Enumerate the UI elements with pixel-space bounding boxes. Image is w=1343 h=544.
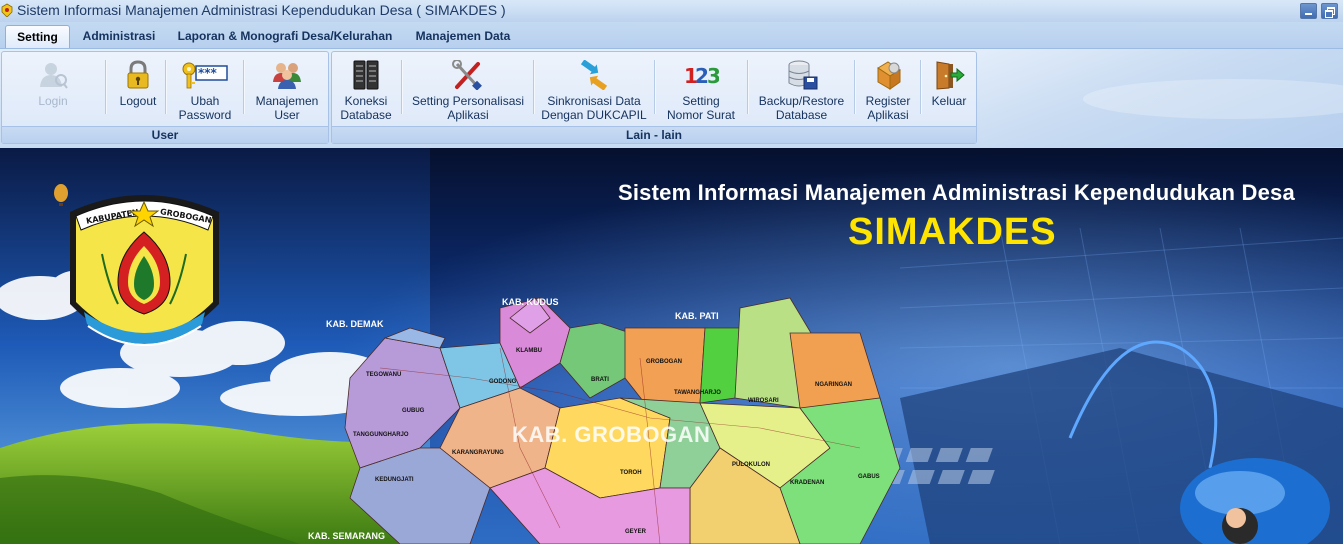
letter-number-settings-label-2: Nomor Surat [666,108,736,122]
district-label: BRATI [591,377,609,383]
database-connection-button[interactable]: Koneksi Database [336,58,396,122]
login-button[interactable]: Login [22,58,84,116]
letter-number-settings-label-1: Setting [682,94,720,108]
users-group-icon [273,63,301,89]
title-bar: Sistem Informasi Manajemen Administrasi … [0,0,1343,22]
window-title: Sistem Informasi Manajemen Administrasi … [17,2,506,18]
numbers-123-icon: 1 2 3 [684,64,719,88]
district-label: PULOKULON [732,462,770,468]
change-password-label-2: Password [178,108,232,122]
separator [401,60,403,114]
district-label: TANGGUNGHARJO [353,432,409,438]
district-label: KARANGRAYUNG [452,450,504,456]
district-label: TEGOWANU [366,372,402,378]
padlock-icon [127,60,149,89]
app-icon [1,3,13,17]
separator [165,60,167,114]
sync-arrows-icon [580,60,608,90]
separator [105,60,107,114]
separator [854,60,856,114]
tab-setting[interactable]: Setting [5,25,70,48]
banner-title: Sistem Informasi Manajemen Administrasi … [618,180,1295,205]
change-password-button[interactable]: *** Ubah Password [172,58,238,122]
separator [533,60,535,114]
backup-restore-button[interactable]: Backup/Restore Database [754,58,849,122]
tab-administrasi[interactable]: Administrasi [78,25,160,48]
district-label: TOROH [620,470,642,476]
neighbor-label: KAB. PATI [675,311,719,321]
login-label: Login [38,94,68,108]
district-label: GEYER [625,529,647,535]
register-icon [877,61,901,90]
district-label: KRADENAN [790,480,825,486]
district-label: GUBUG [402,408,425,414]
database-save-icon [788,60,817,90]
separator [747,60,749,114]
group-lain-lain-label: Lain - lain [332,126,976,143]
svg-text:3: 3 [707,64,719,88]
banner-brand: SIMAKDES [848,211,1057,253]
tab-manajemen-data[interactable]: Manajemen Data [408,25,518,48]
tab-laporan-monografi[interactable]: Laporan & Monografi Desa/Kelurahan [172,25,398,48]
district-label: TAWANGHARJO [674,390,721,396]
separator [654,60,656,114]
register-app-button[interactable]: Register Aplikasi [860,58,916,122]
login-user-icon [40,63,68,89]
personalization-settings-label-2: Aplikasi [447,108,489,122]
logout-button[interactable]: Logout [110,58,166,116]
sync-dukcapil-label-2: Dengan DUKCAPIL [541,108,647,122]
manage-users-label-1: Manajemen [255,94,319,108]
exit-label: Keluar [931,94,967,108]
database-connection-label-2: Database [340,108,392,122]
district-label: WIROSARI [748,398,779,404]
minimize-button[interactable] [1300,3,1317,19]
manage-users-label-2: User [274,108,300,122]
separator [243,60,245,114]
map-title: KAB. GROBOGAN [512,422,711,447]
register-app-label-2: Aplikasi [867,108,909,122]
group-user-label: User [2,126,328,143]
change-password-label-1: Ubah [190,94,220,108]
splash-banner: KABUPATEN GROBOGAN Sistem Informasi Mana… [0,148,1343,544]
grobogan-emblem: KABUPATEN GROBOGAN [70,195,219,346]
district-label: GABUS [858,474,880,480]
sync-dukcapil-label-1: Sinkronisasi Data [547,94,641,108]
district-label: GROBOGAN [646,359,682,365]
district-label: KEDUNGJATI [375,477,414,483]
backup-restore-label-2: Database [775,108,828,122]
exit-button[interactable]: Keluar [924,58,974,116]
ribbon-background [980,49,1343,147]
sync-dukcapil-button[interactable]: Sinkronisasi Data Dengan DUKCAPIL [540,58,648,122]
district-label: KLAMBU [516,348,542,354]
logout-label: Logout [119,94,157,108]
key-password-icon: *** [182,62,228,89]
neighbor-label: KAB. KUDUS [502,297,559,307]
neighbor-label: KAB. SEMARANG [308,531,386,541]
register-app-label-1: Register [865,94,911,108]
tools-icon [452,60,482,90]
personalization-settings-button[interactable]: Setting Personalisasi Aplikasi [408,58,528,122]
neighbor-label: KAB. DEMAK [326,319,384,329]
district-label: GODONG [489,379,517,385]
svg-text:***: *** [198,66,218,80]
manage-users-button[interactable]: Manajemen User [250,58,324,122]
district-label: NGARINGAN [815,382,852,388]
exit-door-icon [936,61,965,90]
restore-button[interactable] [1321,3,1338,19]
server-icon [353,60,379,90]
backup-restore-label-1: Backup/Restore [758,94,845,108]
letter-number-settings-button[interactable]: 1 2 3 Setting Nomor Surat [662,58,740,122]
database-connection-label-1: Koneksi [344,94,388,108]
personalization-settings-label-1: Setting Personalisasi [411,94,525,108]
ribbon-tab-bar: Setting Administrasi Laporan & Monografi… [0,22,1343,48]
separator [920,60,922,114]
